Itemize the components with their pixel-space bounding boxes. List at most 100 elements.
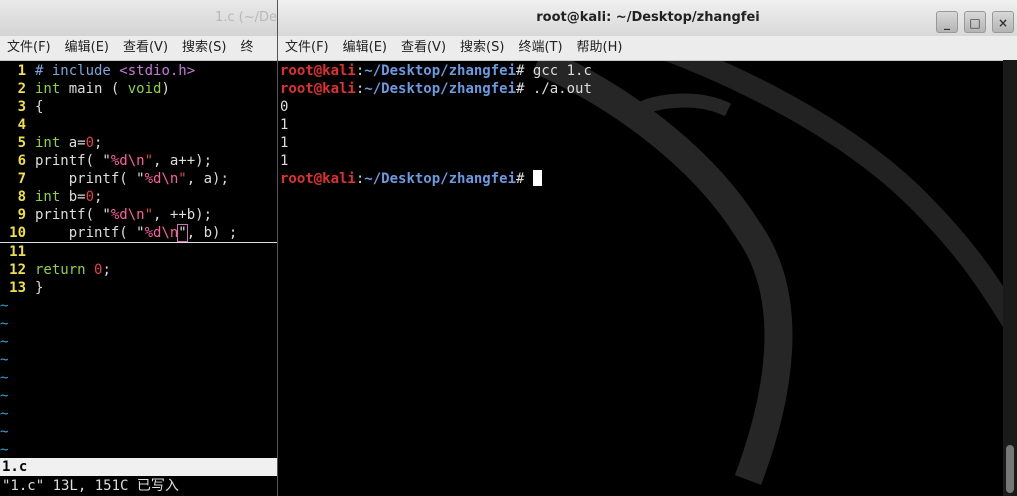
code-token: "	[177, 224, 188, 242]
line-number: 2	[17, 81, 26, 97]
vim-code-line: 2 int main ( void)	[0, 80, 277, 98]
code-token: # include	[35, 63, 120, 79]
terminal-line: root@kali:~/Desktop/zhangfei# ./a.out	[280, 81, 592, 97]
line-number: 9	[17, 207, 26, 223]
terminal-cursor	[532, 170, 542, 186]
code-token: ;	[102, 262, 111, 278]
empty-line-marker: ~	[0, 442, 9, 458]
terminal-menu-view[interactable]: 查看(V)	[394, 36, 453, 60]
code-token: }	[35, 280, 44, 296]
line-number: 3	[17, 99, 26, 115]
vim-code-line: 13}	[0, 279, 277, 297]
vim-code-line: 1 # include <stdio.h>	[0, 62, 277, 80]
terminal-menu-bar: 文件(F) 编辑(E) 查看(V) 搜索(S) 终端(T) 帮助(H)	[278, 36, 1017, 61]
close-button[interactable]: ×	[992, 11, 1014, 33]
code-token: %d\n	[110, 153, 145, 169]
vim-menu-file[interactable]: 文件(F)	[0, 36, 58, 60]
terminal-output-line: 1	[280, 117, 289, 133]
line-number: 4	[17, 117, 26, 133]
line-number: 12	[9, 262, 26, 278]
terminal-menu-file[interactable]: 文件(F)	[278, 36, 336, 60]
code-token: , a);	[186, 171, 229, 187]
code-token: %d\n	[144, 171, 179, 187]
scrollbar-thumb[interactable]	[1006, 445, 1014, 493]
code-token: void	[127, 81, 162, 97]
line-number: 1	[17, 63, 26, 79]
code-token: "	[144, 207, 154, 223]
code-token: b=	[60, 189, 86, 205]
code-token: <stdio.h>	[119, 63, 196, 79]
code-token: 0	[85, 189, 95, 205]
terminal-menu-help[interactable]: 帮助(H)	[570, 36, 630, 60]
code-token: ;	[94, 135, 103, 151]
code-token: printf( "	[35, 207, 111, 223]
code-token: 0	[85, 135, 95, 151]
code-token: , ++b);	[153, 207, 213, 223]
terminal-line: root@kali:~/Desktop/zhangfei# gcc 1.c	[280, 63, 592, 79]
vim-menu-search[interactable]: 搜索(S)	[175, 36, 233, 60]
empty-line-marker: ~	[0, 316, 9, 332]
empty-line-marker: ~	[0, 352, 9, 368]
code-token: "	[144, 153, 154, 169]
empty-line-marker: ~	[0, 424, 9, 440]
vim-menu-edit[interactable]: 编辑(E)	[58, 36, 116, 60]
line-number: 8	[17, 189, 26, 205]
empty-line-marker: ~	[0, 370, 9, 386]
maximize-button[interactable]: □	[964, 11, 986, 33]
code-token: a=	[60, 135, 86, 151]
code-token: int	[35, 135, 61, 151]
line-number: 11	[9, 244, 26, 260]
terminal-line: root@kali:~/Desktop/zhangfei#	[280, 170, 1000, 188]
vim-code-line: 3{	[0, 98, 277, 116]
line-number: 5	[17, 135, 26, 151]
vim-command-line: "1.c" 13L, 151C 已写入	[2, 478, 179, 494]
terminal-menu-terminal[interactable]: 终端(T)	[511, 36, 569, 60]
vim-menu-view[interactable]: 查看(V)	[116, 36, 175, 60]
vim-window-title: 1.c (~/De	[214, 10, 277, 25]
code-token: ;	[94, 189, 103, 205]
vim-window[interactable]: 1.c (~/De 文件(F) 编辑(E) 查看(V) 搜索(S) 终 1 # inclu…	[0, 0, 277, 496]
empty-line-marker: ~	[0, 298, 9, 314]
vim-code-line: 10 printf( "%d\n", b) ;	[0, 224, 277, 243]
code-token: printf( "	[35, 153, 111, 169]
terminal-output-line: 1	[280, 135, 289, 151]
terminal-menu-search[interactable]: 搜索(S)	[453, 36, 511, 60]
empty-line-marker: ~	[0, 388, 9, 404]
vim-code-line: 4	[0, 116, 277, 134]
code-token: printf( "	[35, 171, 145, 187]
vim-title-bar[interactable]: 1.c (~/De	[0, 0, 277, 36]
terminal-menu-edit[interactable]: 编辑(E)	[336, 36, 394, 60]
vim-menu-terminal[interactable]: 终	[233, 36, 260, 60]
vim-code-line: 9 printf( "%d\n", ++b);	[0, 206, 277, 224]
code-token: )	[161, 81, 170, 97]
empty-line-marker: ~	[0, 406, 9, 422]
empty-line-marker: ~	[0, 334, 9, 350]
line-number: 6	[17, 153, 26, 169]
vim-code-line: 6 printf( "%d\n", a++);	[0, 152, 277, 170]
minimize-button[interactable]: _	[936, 11, 958, 33]
code-token: main (	[60, 81, 128, 97]
line-number: 7	[17, 171, 26, 187]
code-token: , b) ;	[186, 225, 238, 241]
terminal-scrollbar[interactable]	[1003, 60, 1017, 496]
vim-status-line: 1.c	[0, 458, 277, 476]
code-token: %d\n	[110, 207, 145, 223]
vim-editor-area[interactable]: 1 # include <stdio.h> 2 int main ( void) 3{4…	[0, 62, 277, 459]
vim-code-line: 11	[0, 243, 277, 261]
code-token: int	[35, 81, 61, 97]
code-token: "	[178, 171, 187, 187]
code-token: return	[35, 262, 86, 278]
vim-menu-bar: 文件(F) 编辑(E) 查看(V) 搜索(S) 终	[0, 36, 277, 61]
vim-code-line: 8 int b=0;	[0, 188, 277, 206]
code-token: %d\n	[144, 225, 179, 241]
vim-code-line: 5 int a=0;	[0, 134, 277, 152]
vim-code-line: 7 printf( "%d\n", a);	[0, 170, 277, 188]
code-token: , a++);	[153, 153, 213, 169]
code-token: printf( "	[35, 225, 145, 241]
terminal-title-bar[interactable]: root@kali: ~/Desktop/zhangfei _ □ ×	[278, 0, 1017, 36]
vim-code-line: 12 return 0;	[0, 261, 277, 279]
terminal-window[interactable]: root@kali: ~/Desktop/zhangfei _ □ × 文件(F) 编…	[277, 0, 1017, 496]
code-token: int	[35, 189, 61, 205]
terminal-output-area[interactable]: root@kali:~/Desktop/zhangfei# gcc 1.c ro…	[280, 62, 1000, 188]
